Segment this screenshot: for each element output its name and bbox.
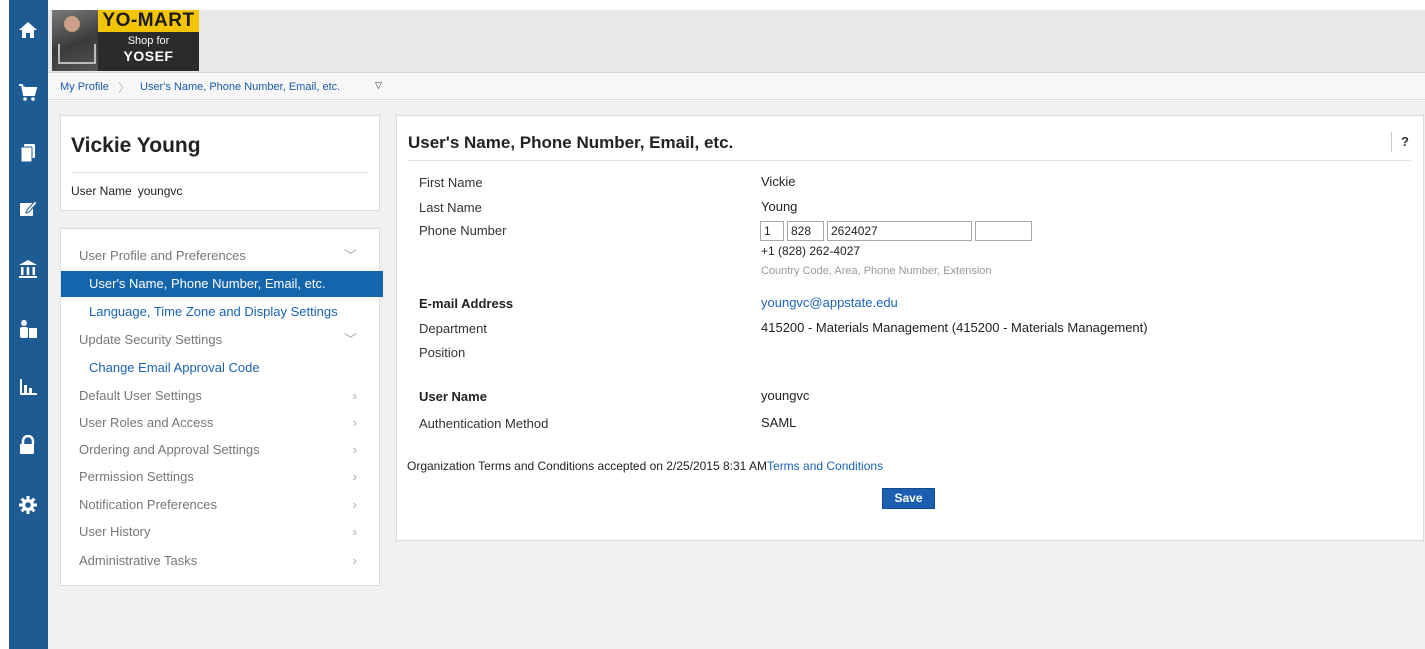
- department-value: 415200 - Materials Management (415200 - …: [761, 320, 1148, 335]
- nav-user-roles-access[interactable]: User Roles and Access ›: [61, 410, 379, 436]
- user-summary-card: Vickie Young User Name youngvc: [60, 115, 380, 211]
- nav-label: Ordering and Approval Settings: [79, 442, 260, 457]
- last-name-label: Last Name: [419, 200, 482, 215]
- department-label: Department: [419, 321, 487, 336]
- username-row: User Name youngvc: [71, 184, 182, 198]
- username-label: User Name: [71, 184, 132, 198]
- edit-icon[interactable]: [16, 196, 40, 220]
- help-icon[interactable]: ?: [1391, 132, 1409, 152]
- logo-tagline-bottom: YOSEF: [123, 48, 174, 64]
- chevron-down-icon: ﹀: [343, 248, 357, 263]
- auth-method-value: SAML: [761, 415, 797, 430]
- nav-label: Notification Preferences: [79, 497, 218, 512]
- caret-down-icon[interactable]: ▽: [375, 80, 382, 91]
- username-value: youngvc: [137, 184, 183, 198]
- yo-mart-logo[interactable]: YO-MART Shop for YOSEF: [52, 10, 199, 71]
- nav-ordering-approval-settings[interactable]: Ordering and Approval Settings ›: [61, 437, 379, 463]
- nav-label: User's Name, Phone Number, Email, etc.: [89, 276, 326, 291]
- chevron-right-icon: ›: [352, 553, 357, 568]
- divider: [71, 172, 369, 173]
- cart-icon[interactable]: [16, 80, 40, 104]
- profile-details-panel: User's Name, Phone Number, Email, etc. ?…: [396, 115, 1424, 541]
- nav-label: User History: [79, 524, 151, 539]
- profile-nav: User Profile and Preferences ﹀ User's Nam…: [60, 228, 383, 586]
- user-display-name: Vickie Young: [71, 134, 201, 157]
- nav-user-profile-preferences[interactable]: User Profile and Preferences ﹀: [61, 243, 379, 269]
- nav-label: Permission Settings: [79, 469, 194, 484]
- chevron-right-icon: ›: [352, 415, 357, 430]
- nav-label: User Roles and Access: [79, 415, 214, 430]
- nav-notification-preferences[interactable]: Notification Preferences ›: [61, 492, 379, 518]
- phone-number-label: Phone Number: [419, 223, 507, 238]
- nav-change-email-approval-code[interactable]: Change Email Approval Code: [61, 355, 379, 381]
- email-link[interactable]: youngvc@appstate.edu: [761, 295, 898, 310]
- email-label: E-mail Address: [419, 296, 514, 311]
- breadcrumb-current[interactable]: User's Name, Phone Number, Email, etc.: [140, 81, 340, 93]
- gear-icon[interactable]: [16, 493, 40, 517]
- terms-statement: Organization Terms and Conditions accept…: [407, 459, 883, 473]
- phone-number-field[interactable]: 2624027: [827, 221, 972, 241]
- nav-label: Change Email Approval Code: [89, 360, 260, 375]
- terms-link[interactable]: Terms and Conditions: [767, 459, 883, 473]
- position-label: Position: [419, 345, 466, 360]
- phone-formatted: +1 (828) 262-4027: [761, 244, 861, 258]
- first-name-value: Vickie: [761, 174, 796, 189]
- divider: [407, 160, 1411, 161]
- nav-label: Default User Settings: [79, 388, 202, 403]
- username-field-label: User Name: [419, 389, 487, 404]
- chevron-right-icon: ›: [352, 442, 357, 457]
- breadcrumb-my-profile[interactable]: My Profile: [60, 81, 109, 93]
- last-name-value: Young: [761, 199, 798, 214]
- nav-label: User Profile and Preferences: [79, 248, 246, 263]
- nav-administrative-tasks[interactable]: Administrative Tasks ›: [61, 548, 379, 574]
- breadcrumb-separator-icon: 〉: [118, 81, 131, 95]
- people-icon[interactable]: [16, 317, 40, 341]
- chevron-down-icon: ﹀: [343, 332, 357, 347]
- chevron-right-icon: ›: [352, 497, 357, 512]
- phone-country-code-field[interactable]: 1: [760, 221, 784, 241]
- phone-extension-field[interactable]: [975, 221, 1032, 241]
- save-button[interactable]: Save: [882, 488, 935, 509]
- chart-icon[interactable]: [16, 375, 40, 399]
- nav-label: Language, Time Zone and Display Settings: [89, 304, 338, 319]
- bank-icon[interactable]: [16, 257, 40, 281]
- page-title: User's Name, Phone Number, Email, etc.: [408, 133, 734, 152]
- icon-rail: [9, 0, 48, 649]
- breadcrumb: My Profile 〉 User's Name, Phone Number, …: [48, 74, 1425, 100]
- chevron-right-icon: ›: [352, 388, 357, 403]
- nav-users-name-phone-email[interactable]: User's Name, Phone Number, Email, etc.: [61, 271, 383, 297]
- chevron-right-icon: ›: [352, 469, 357, 484]
- logo-tagline-top: Shop for: [127, 35, 170, 47]
- logo-photo: [52, 10, 98, 71]
- home-icon[interactable]: [16, 18, 40, 42]
- nav-default-user-settings[interactable]: Default User Settings ›: [61, 383, 379, 409]
- nav-user-history[interactable]: User History ›: [61, 519, 379, 545]
- nav-update-security-settings[interactable]: Update Security Settings ﹀: [61, 327, 379, 353]
- nav-label: Update Security Settings: [79, 332, 223, 347]
- terms-text: Organization Terms and Conditions accept…: [407, 459, 768, 473]
- app-header: YO-MART Shop for YOSEF: [48, 10, 1425, 73]
- chevron-right-icon: ›: [352, 524, 357, 539]
- auth-method-label: Authentication Method: [419, 416, 549, 431]
- nav-permission-settings[interactable]: Permission Settings ›: [61, 464, 379, 490]
- logo-brand: YO-MART: [98, 10, 199, 32]
- first-name-label: First Name: [419, 175, 483, 190]
- phone-area-code-field[interactable]: 828: [787, 221, 824, 241]
- nav-label: Administrative Tasks: [79, 553, 198, 568]
- phone-hint: Country Code, Area, Phone Number, Extens…: [761, 265, 992, 277]
- nav-language-time-zone[interactable]: Language, Time Zone and Display Settings: [61, 299, 379, 325]
- documents-icon[interactable]: [16, 141, 40, 165]
- username-field-value: youngvc: [761, 388, 810, 403]
- lock-icon[interactable]: [16, 433, 40, 457]
